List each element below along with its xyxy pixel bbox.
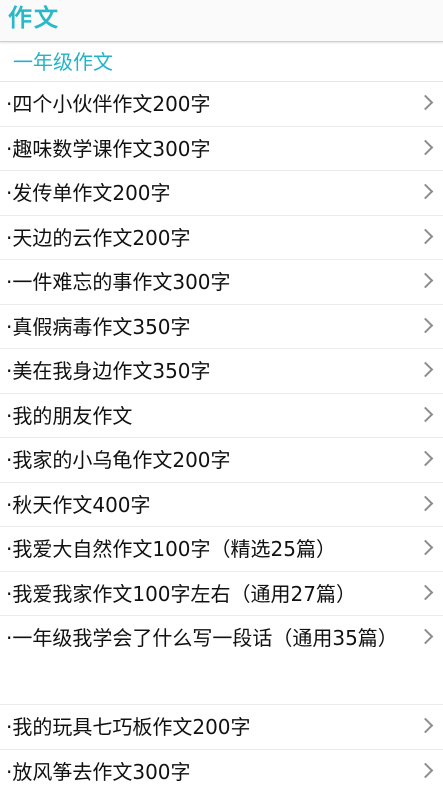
item-title: ·天边的云作文200字 <box>6 225 191 250</box>
chevron-right-icon <box>417 228 434 244</box>
chevron-right-icon <box>417 762 434 778</box>
top-bar: 作文 <box>0 0 443 42</box>
chevron-right-icon <box>417 717 434 734</box>
chevron-right-icon <box>417 139 434 155</box>
item-title: ·发传单作文200字 <box>6 181 171 205</box>
item-title: ·一年级我学会了什么写一段话（通用35篇） <box>6 626 398 650</box>
item-title: ·一件难忘的事作文300字 <box>6 270 231 294</box>
list-item[interactable]: ·趣味数学课作文300字 <box>0 127 443 171</box>
item-title: ·我家的小乌龟作文200字 <box>6 448 231 472</box>
list-item[interactable]: ·我的玩具七巧板作文200字 <box>0 705 443 750</box>
list-item[interactable]: ·我爱我家作文100字左右（通用27篇） <box>0 572 443 616</box>
list-item[interactable]: ·真假病毒作文350字 <box>0 305 443 349</box>
list-item[interactable]: ·一件难忘的事作文300字 <box>0 260 443 305</box>
chevron-right-icon <box>417 317 434 333</box>
item-title: ·趣味数学课作文300字 <box>6 136 211 161</box>
list-item[interactable]: ·我的朋友作文 <box>0 394 443 438</box>
item-title: ·我爱大自然作文100字（精选25篇） <box>6 537 336 561</box>
chevron-right-icon <box>417 539 434 556</box>
list-item[interactable]: ·天边的云作文200字 <box>0 216 443 260</box>
chevron-right-icon <box>417 450 434 467</box>
page-title: 作文 <box>8 3 60 32</box>
item-title: ·四个小伙伴作文200字 <box>6 92 211 116</box>
chevron-right-icon <box>417 361 434 378</box>
item-title: ·我爱我家作文100字左右（通用27篇） <box>6 581 356 606</box>
list-item[interactable]: ·放风筝去作文300字 <box>0 750 443 793</box>
essay-list: ·四个小伙伴作文200字 ·趣味数学课作文300字 ·发传单作文200字 ·天边… <box>0 82 443 793</box>
item-title: ·秋天作文400字 <box>6 492 151 517</box>
chevron-right-icon <box>417 183 434 200</box>
list-item[interactable]: ·发传单作文200字 <box>0 171 443 216</box>
list-item[interactable]: ·我家的小乌龟作文200字 <box>0 438 443 483</box>
chevron-right-icon <box>417 584 434 600</box>
list-item[interactable]: ·一年级我学会了什么写一段话（通用35篇） <box>0 616 443 705</box>
section-header: 一年级作文 <box>0 42 443 82</box>
section-title: 一年级作文 <box>13 49 113 74</box>
list-item[interactable]: ·美在我身边作文350字 <box>0 349 443 394</box>
chevron-right-icon <box>417 406 434 422</box>
app-screen: 作文 一年级作文 ·四个小伙伴作文200字 ·趣味数学课作文300字 ·发传单作… <box>0 0 443 793</box>
item-title: ·放风筝去作文300字 <box>6 759 191 784</box>
list-item[interactable]: ·我爱大自然作文100字（精选25篇） <box>0 527 443 572</box>
chevron-right-icon <box>417 272 434 289</box>
item-title: ·我的朋友作文 <box>6 403 133 428</box>
chevron-right-icon <box>417 628 434 645</box>
list-item[interactable]: ·四个小伙伴作文200字 <box>0 82 443 127</box>
chevron-right-icon <box>417 495 434 511</box>
list-item[interactable]: ·秋天作文400字 <box>0 483 443 527</box>
item-title: ·真假病毒作文350字 <box>6 314 191 339</box>
item-title: ·我的玩具七巧板作文200字 <box>6 715 251 739</box>
item-title: ·美在我身边作文350字 <box>6 359 211 383</box>
chevron-right-icon <box>417 94 434 111</box>
